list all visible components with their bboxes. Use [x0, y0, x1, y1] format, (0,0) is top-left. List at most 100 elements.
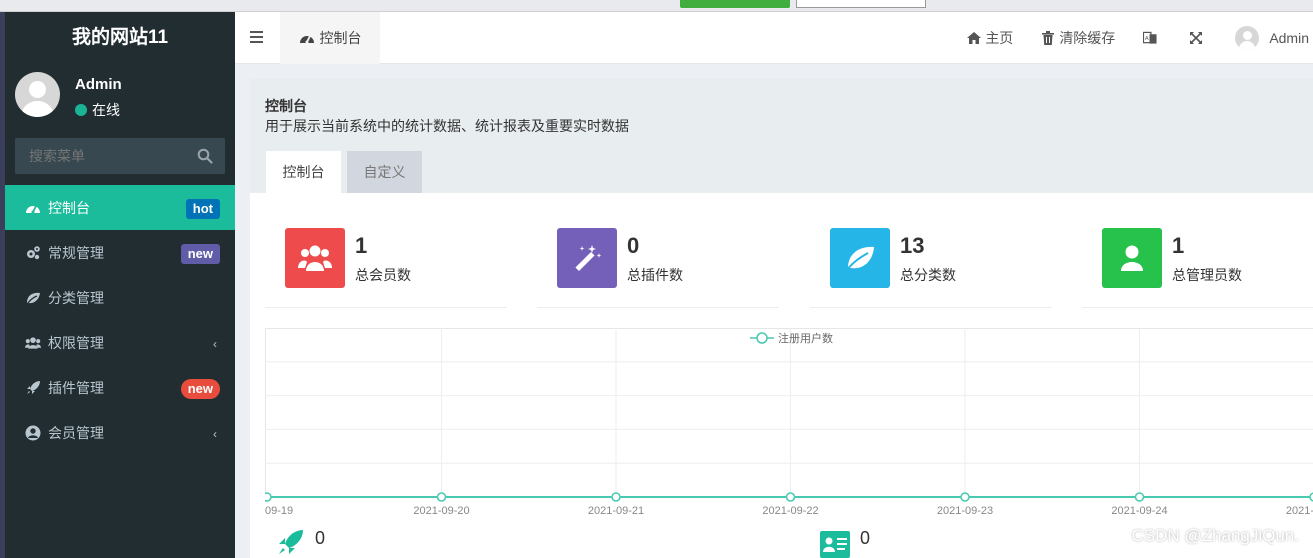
browser-strip [0, 0, 1313, 12]
stat-admins: 1 总管理员数 [1082, 228, 1313, 308]
sidebar: 我的网站11 Admin 在线 控制台 hot 常规管理 new [5, 12, 235, 558]
registration-line-chart: 09-19 2021-09-20 2021-09-21 2021-09-22 2021-… [265, 328, 1313, 517]
sidebar-item-label: 常规管理 [48, 244, 104, 261]
new-badge: new [180, 379, 220, 399]
x-tick-label: 09-19 [265, 505, 293, 517]
leaf-icon [25, 290, 41, 306]
user-circle-icon [25, 425, 41, 441]
hamburger-icon[interactable] [249, 30, 265, 44]
user-name: Admin [75, 76, 122, 93]
x-tick-label: 2021-09-20 [413, 505, 469, 517]
home-link[interactable]: 主页 [967, 28, 1013, 48]
fullscreen-button[interactable] [1189, 31, 1207, 45]
tab-dashboard[interactable]: 控制台 [280, 12, 380, 64]
panel-heading: 控制台 用于展示当前系统中的统计数据、统计报表及重要实时数据 控制台 自定义 [250, 79, 1313, 193]
magic-wand-icon [557, 228, 617, 288]
rocket-icon [25, 380, 41, 396]
data-point[interactable] [1134, 492, 1145, 502]
sidebar-item-label: 插件管理 [48, 379, 104, 396]
sidebar-item-auth[interactable]: 权限管理 ‹ [5, 320, 235, 365]
browser-input-box[interactable] [796, 0, 926, 8]
stat-value: 13 [900, 233, 925, 258]
tab-console[interactable]: 控制台 [266, 151, 341, 193]
trash-icon [1041, 31, 1055, 45]
page-description: 用于展示当前系统中的统计数据、统计报表及重要实时数据 [265, 118, 629, 134]
browser-green-button[interactable] [680, 0, 790, 8]
tab-label: 控制台 [319, 30, 362, 46]
data-point[interactable] [785, 492, 796, 502]
sidebar-item-general[interactable]: 常规管理 new [5, 230, 235, 275]
dashboard-icon [299, 30, 315, 46]
sidebar-menu: 控制台 hot 常规管理 new 分类管理 权限管理 ‹ 插件管理 new 会员… [5, 185, 235, 455]
admin-name[interactable]: Admin [1269, 30, 1309, 46]
bottom-value: 0 [315, 528, 326, 548]
stat-value: 1 [355, 233, 368, 258]
sidebar-item-members[interactable]: 会员管理 ‹ [5, 410, 235, 455]
data-point[interactable] [960, 492, 970, 502]
x-tick-label: 2021-09-24 [1111, 505, 1167, 517]
group-icon [25, 335, 41, 351]
legend-line-icon [750, 332, 774, 344]
online-dot-icon [75, 104, 87, 116]
sidebar-item-label: 分类管理 [48, 289, 104, 306]
chart-frame [265, 328, 1313, 498]
leaf-icon [830, 228, 890, 288]
stat-categories: 13 总分类数 [810, 228, 1052, 308]
user-status-label: 在线 [92, 102, 120, 118]
site-logo[interactable]: 我的网站11 [5, 12, 235, 64]
sidebar-item-label: 会员管理 [48, 424, 104, 441]
x-tick-label: 2021-09-22 [762, 505, 818, 517]
avatar[interactable] [1235, 26, 1260, 50]
stat-value: 0 [627, 233, 640, 258]
stat-members: 1 总会员数 [265, 228, 507, 308]
data-point[interactable] [611, 492, 621, 502]
bottom-stat-signups: 0 [277, 528, 325, 556]
sidebar-item-label: 权限管理 [48, 334, 104, 351]
translate-button[interactable]: A [1143, 31, 1161, 45]
navbar-right: 主页 清除缓存 A Admin [967, 12, 1313, 64]
clear-cache-label: 清除缓存 [1059, 30, 1116, 46]
search-input[interactable] [15, 138, 185, 174]
sidebar-item-category[interactable]: 分类管理 [5, 275, 235, 320]
clear-cache-link[interactable]: 清除缓存 [1041, 28, 1115, 48]
sidebar-item-dashboard[interactable]: 控制台 hot [5, 185, 235, 230]
sidebar-item-plugins[interactable]: 插件管理 new [5, 365, 235, 410]
bottom-value: 0 [860, 528, 871, 548]
data-point[interactable] [436, 492, 447, 502]
stat-label: 总管理员数 [1172, 267, 1242, 283]
svg-text:A: A [1145, 36, 1149, 42]
id-card-icon [820, 531, 850, 558]
home-label: 主页 [985, 30, 1014, 46]
menu-search [15, 138, 225, 174]
chevron-left-icon: ‹ [213, 337, 217, 351]
bottom-stat-logins: 0 [820, 528, 870, 558]
legend-label: 注册用户数 [778, 333, 833, 345]
stat-value: 1 [1172, 233, 1185, 258]
x-tick-label: 2021-09-23 [937, 505, 993, 517]
users-icon [285, 228, 345, 288]
fullscreen-icon [1189, 31, 1203, 45]
chevron-left-icon: ‹ [213, 427, 217, 441]
dashboard-icon [25, 200, 41, 216]
user-panel: Admin 在线 [5, 64, 235, 134]
chart-legend[interactable]: 注册用户数 [750, 330, 833, 346]
search-icon[interactable] [197, 148, 213, 164]
user-icon [1102, 228, 1162, 288]
cogs-icon [25, 245, 41, 261]
home-icon [967, 31, 982, 45]
tab-custom[interactable]: 自定义 [347, 151, 422, 193]
new-badge: new [180, 244, 220, 264]
translate-icon: A [1143, 31, 1157, 45]
top-navbar: 控制台 主页 清除缓存 A Admin [235, 12, 1313, 64]
stat-label: 总插件数 [627, 267, 683, 283]
avatar [15, 72, 60, 117]
hot-badge: hot [185, 199, 220, 219]
watermark: CSDN @ZhangJiQun. [1131, 526, 1300, 545]
x-tick-label: 2021-09-25 [1286, 505, 1313, 517]
rocket-icon [279, 530, 303, 554]
user-status: 在线 [75, 100, 120, 120]
data-point[interactable] [265, 492, 272, 502]
stat-label: 总会员数 [355, 267, 411, 283]
stat-label: 总分类数 [900, 267, 956, 283]
x-tick-label: 2021-09-21 [588, 505, 644, 517]
